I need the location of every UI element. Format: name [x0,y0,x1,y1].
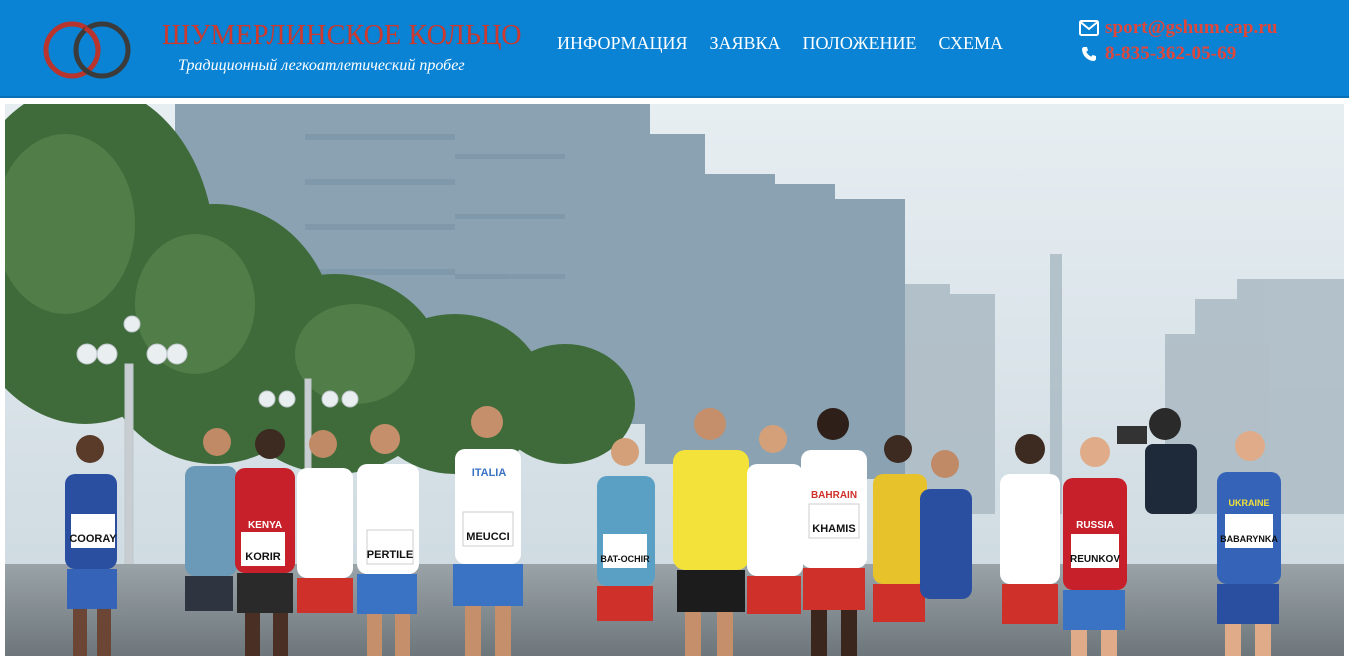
logo-rings[interactable] [40,18,134,82]
jersey-text: BAHRAIN [811,490,857,501]
contact-email: sport@gshum.cap.ru [1079,17,1278,39]
envelope-icon [1079,19,1099,37]
hero-image: COORAY KORIR KENYA PERTILE MEUCCI ITALIA… [5,104,1344,656]
jersey-text: UKRAINE [1228,498,1269,508]
email-link[interactable]: sport@gshum.cap.ru [1105,17,1278,39]
brand-title[interactable]: ШУМЕРЛИНСКОЕ КОЛЬЦО [162,20,522,52]
jersey-text: KENYA [248,520,282,531]
nav-item-regulations[interactable]: ПОЛОЖЕНИЕ [803,33,917,54]
site-header: ШУМЕРЛИНСКОЕ КОЛЬЦО Традиционный легкоат… [0,0,1349,98]
phone-icon [1079,45,1099,63]
main-nav: ИНФОРМАЦИЯ ЗАЯВКА ПОЛОЖЕНИЕ СХЕМА [557,33,1003,54]
marathon-runners-photo: COORAY KORIR KENYA PERTILE MEUCCI ITALIA… [5,104,1344,656]
phone-link[interactable]: 8-835-362-05-69 [1105,43,1236,65]
bib-name: BAT-OCHIR [600,554,650,564]
bib-name: KORIR [245,551,281,563]
contact-phone: 8-835-362-05-69 [1079,43,1236,65]
bib-name: MEUCCI [466,531,509,543]
nav-item-application[interactable]: ЗАЯВКА [709,33,780,54]
jersey-text: RUSSIA [1076,520,1114,531]
nav-item-scheme[interactable]: СХЕМА [939,33,1004,54]
jersey-text: ITALIA [472,467,507,479]
bib-name: COORAY [69,533,117,545]
bib-name: PERTILE [367,549,413,561]
bib-name: KHAMIS [812,523,855,535]
bib-name: BABARYNKA [1220,534,1278,544]
nav-item-information[interactable]: ИНФОРМАЦИЯ [557,33,687,54]
bib-name: REUNKOV [1070,554,1120,565]
brand-subtitle: Традиционный легкоатлетический пробег [178,57,465,74]
